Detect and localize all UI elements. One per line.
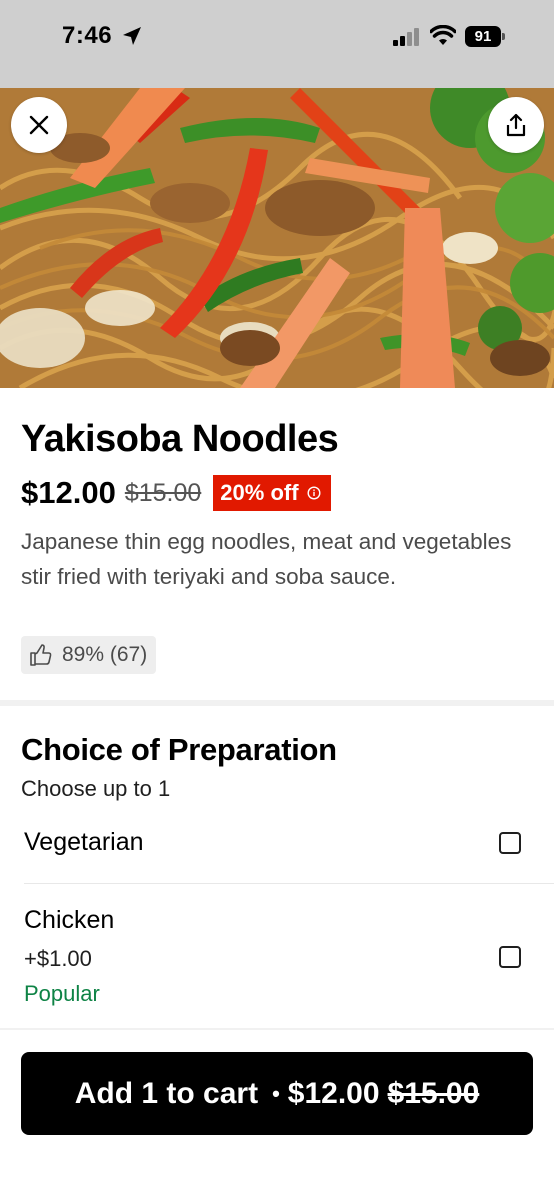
- price-row: $12.00 $15.00 20% off: [21, 474, 331, 512]
- battery-cap: [502, 33, 505, 40]
- cart-button-price: $12.00: [287, 1076, 380, 1110]
- wifi-icon: [430, 25, 456, 45]
- close-icon: [29, 115, 49, 135]
- cart-button-separator: •: [272, 1080, 280, 1106]
- share-button[interactable]: [488, 97, 544, 153]
- info-icon: [307, 486, 321, 500]
- item-title: Yakisoba Noodles: [21, 418, 339, 460]
- item-description: Japanese thin egg noodles, meat and vege…: [21, 529, 512, 589]
- cart-button-label: Add 1 to cart: [74, 1076, 259, 1110]
- battery-level: 91: [465, 26, 501, 47]
- close-button[interactable]: [11, 97, 67, 153]
- cart-button-original-price: $15.00: [387, 1076, 480, 1110]
- add-to-cart-button[interactable]: Add 1 to cart • $12.00 $15.00: [21, 1052, 533, 1135]
- item-price: $12.00: [21, 475, 116, 510]
- popular-tag: Popular: [24, 981, 100, 1006]
- option-checkbox-chicken[interactable]: [499, 946, 521, 968]
- food-photo: [0, 88, 554, 388]
- share-icon: [506, 113, 526, 137]
- option-name: Chicken: [24, 906, 115, 934]
- item-original-price: $15.00: [124, 478, 202, 507]
- status-bar: 7:46 91: [0, 0, 554, 88]
- section-divider: [0, 700, 554, 706]
- rating-text: 89% (67): [62, 643, 148, 666]
- option-price: +$1.00: [24, 946, 92, 971]
- option-checkbox-vegetarian[interactable]: [499, 832, 521, 854]
- status-time: 7:46: [62, 22, 113, 49]
- rating-chip: 89% (67): [21, 636, 157, 674]
- option-name: Vegetarian: [24, 828, 144, 856]
- discount-label: 20% off: [220, 480, 299, 505]
- option-separator: [24, 883, 554, 884]
- discount-badge[interactable]: 20% off: [213, 475, 331, 511]
- location-arrow-icon: [123, 27, 141, 45]
- section-title: Choice of Preparation: [21, 732, 337, 767]
- section-subtitle: Choose up to 1: [21, 776, 171, 801]
- thumbs-up-icon: [30, 644, 52, 666]
- cellular-signal-icon: [393, 28, 419, 46]
- battery-indicator: 91: [465, 26, 505, 48]
- footer-divider: [0, 1028, 554, 1030]
